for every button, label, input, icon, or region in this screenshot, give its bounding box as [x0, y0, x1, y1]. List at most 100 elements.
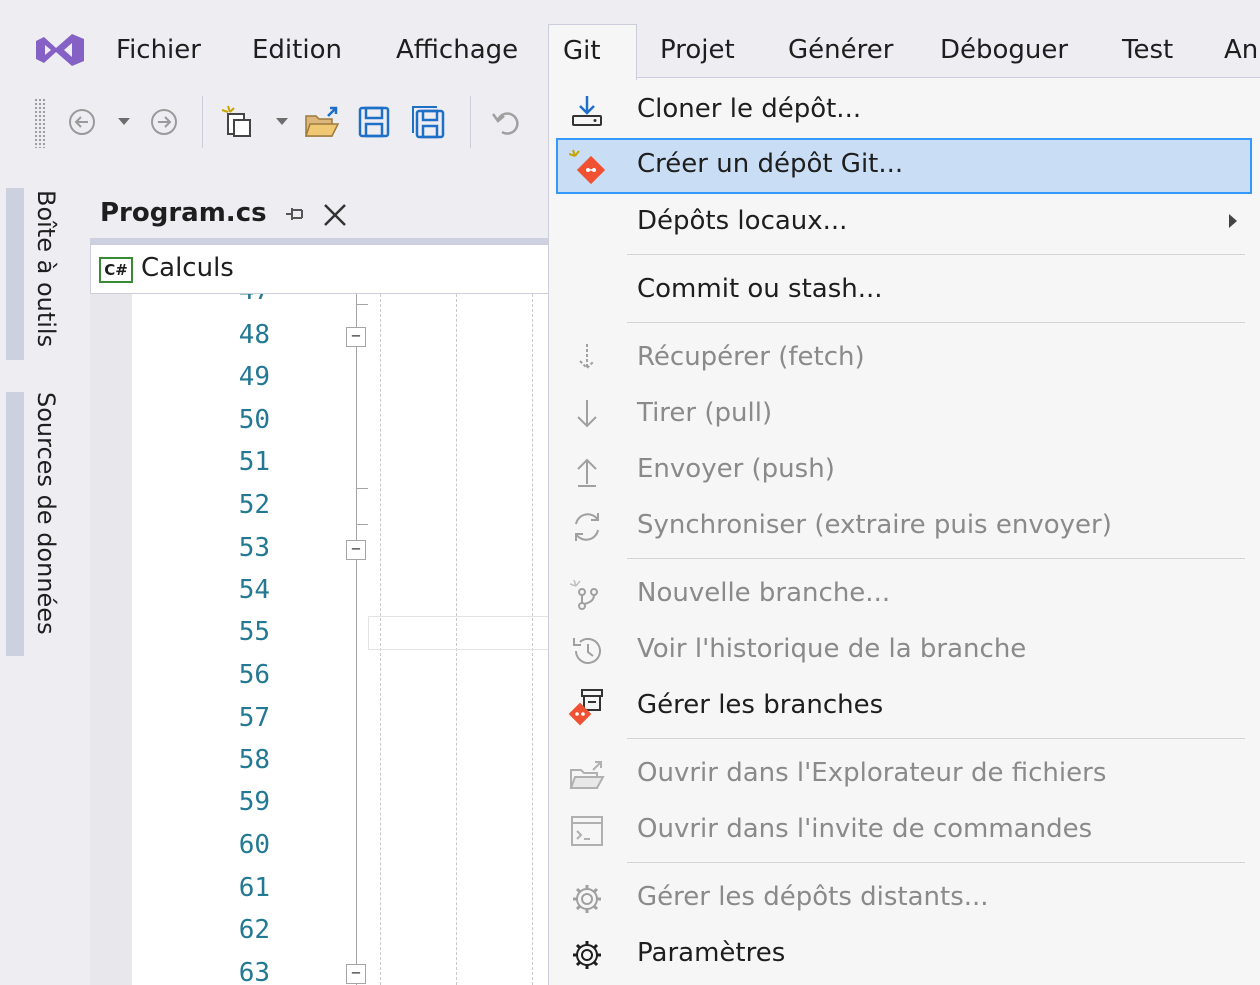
menu-edition[interactable]: Edition	[238, 24, 356, 78]
menu-item-ouvrir-explorateur[interactable]: Ouvrir dans l'Explorateur de fichiers	[557, 748, 1253, 802]
open-file-icon[interactable]	[302, 100, 342, 144]
menu-item-depots-locaux[interactable]: Dépôts locaux...	[557, 196, 1253, 250]
line-number: 49	[238, 362, 270, 392]
line-number: 57	[238, 703, 270, 733]
menu-test[interactable]: Test	[1108, 24, 1187, 78]
menubar: Fichier Edition Affichage Git Projet Gén…	[0, 24, 1260, 80]
datasources-tab[interactable]: Sources de données	[32, 392, 60, 635]
navigation-class-label: Calculs	[141, 253, 234, 283]
menu-item-label: Commit ou stash...	[637, 274, 883, 304]
open-folder-icon	[567, 756, 607, 794]
datasources-tab-strip[interactable]	[6, 392, 24, 656]
menu-item-label: Synchroniser (extraire puis envoyer)	[637, 510, 1112, 540]
menu-item-label: Cloner le dépôt...	[637, 94, 862, 124]
line-number: 52	[238, 490, 270, 520]
save-all-icon[interactable]	[408, 100, 448, 144]
pull-arrow-down-icon	[567, 396, 607, 434]
line-number: 48	[238, 320, 270, 350]
menu-fichier[interactable]: Fichier	[102, 24, 215, 78]
menu-item-historique-branche[interactable]: Voir l'historique de la branche	[557, 624, 1253, 678]
menu-item-creer-depot-git[interactable]: Créer un dépôt Git...	[556, 138, 1252, 194]
gear-icon	[567, 880, 607, 918]
menu-item-label: Tirer (pull)	[637, 398, 773, 428]
menu-projet[interactable]: Projet	[646, 24, 749, 78]
outline-line	[356, 294, 357, 985]
outline-tick	[356, 488, 368, 489]
menu-item-label: Ouvrir dans l'invite de commandes	[637, 814, 1093, 844]
undo-icon[interactable]	[486, 100, 526, 144]
line-number: 59	[238, 787, 270, 817]
visual-studio-logo-icon[interactable]	[36, 34, 84, 66]
navigate-back-icon[interactable]	[62, 100, 102, 144]
menu-item-pull[interactable]: Tirer (pull)	[557, 388, 1253, 442]
menu-item-commit-stash[interactable]: Commit ou stash...	[557, 264, 1253, 318]
menu-item-label: Créer un dépôt Git...	[637, 149, 904, 179]
menu-separator	[627, 862, 1245, 863]
gear-icon	[567, 936, 607, 974]
menu-item-label: Gérer les branches	[637, 690, 884, 720]
standard-toolbar	[0, 80, 560, 166]
push-arrow-up-icon	[567, 452, 607, 490]
menu-item-label: Nouvelle branche...	[637, 578, 891, 608]
menu-affichage[interactable]: Affichage	[382, 24, 532, 78]
menu-item-label: Gérer les dépôts distants...	[637, 882, 989, 912]
navigation-bar[interactable]: C# Calculs	[90, 244, 560, 294]
toolbox-tab[interactable]: Boîte à outils	[32, 190, 60, 347]
pin-icon[interactable]	[284, 202, 308, 226]
line-number: 62	[238, 915, 270, 945]
line-number: 47	[210, 294, 270, 306]
line-number: 53	[238, 533, 270, 563]
menu-item-gerer-depots-distants[interactable]: Gérer les dépôts distants...	[557, 872, 1253, 926]
new-branch-icon	[567, 576, 607, 614]
toolbar-grip[interactable]	[34, 98, 46, 148]
current-line-highlight	[368, 616, 560, 650]
menu-separator	[627, 322, 1245, 323]
navigate-forward-icon[interactable]	[144, 100, 184, 144]
close-icon[interactable]	[322, 202, 348, 228]
menu-item-synchroniser[interactable]: Synchroniser (extraire puis envoyer)	[557, 500, 1253, 554]
menu-item-label: Ouvrir dans l'Explorateur de fichiers	[637, 758, 1107, 788]
new-project-dropdown-icon[interactable]	[276, 118, 288, 125]
document-tab[interactable]: Program.cs	[90, 188, 370, 240]
submenu-arrow-icon	[1229, 214, 1237, 228]
line-number: 50	[238, 405, 270, 435]
menu-git[interactable]: Git	[548, 24, 637, 80]
menu-item-fetch[interactable]: Récupérer (fetch)	[557, 332, 1253, 386]
collapse-toggle-icon[interactable]: −	[346, 964, 366, 984]
line-number: 61	[238, 873, 270, 903]
menu-generer[interactable]: Générer	[774, 24, 907, 78]
sync-icon	[567, 508, 607, 546]
toolbox-tab-strip[interactable]	[6, 188, 24, 360]
menu-item-parametres[interactable]: Paramètres	[557, 928, 1253, 982]
menu-separator	[627, 558, 1245, 559]
code-editor[interactable]: 47 48 49 50 51 52 53 54 55 56 57 58 59 6…	[90, 294, 560, 985]
line-number: 55	[238, 617, 270, 647]
menu-item-push[interactable]: Envoyer (push)	[557, 444, 1253, 498]
save-icon[interactable]	[354, 100, 394, 144]
menu-analyser[interactable]: An	[1210, 24, 1260, 78]
collapse-toggle-icon[interactable]: −	[346, 540, 366, 560]
line-number: 60	[238, 830, 270, 860]
menu-deboguer[interactable]: Déboguer	[926, 24, 1082, 78]
document-tab-title: Program.cs	[100, 198, 267, 228]
toolbar-separator	[202, 96, 203, 148]
navigate-back-dropdown-icon[interactable]	[118, 118, 130, 125]
menu-item-ouvrir-invite-commandes[interactable]: Ouvrir dans l'invite de commandes	[557, 804, 1253, 858]
history-icon	[567, 632, 607, 670]
editor-indicator-margin[interactable]	[90, 294, 132, 985]
manage-branches-icon	[567, 688, 607, 726]
git-menu-dropdown: Cloner le dépôt... Créer un dépôt Git...…	[548, 77, 1260, 985]
line-number: 51	[238, 447, 270, 477]
menu-item-cloner-depot[interactable]: Cloner le dépôt...	[557, 84, 1253, 138]
line-number: 63	[238, 958, 270, 985]
menu-item-nouvelle-branche[interactable]: Nouvelle branche...	[557, 568, 1253, 622]
toolbar-separator	[470, 96, 471, 148]
line-number: 54	[238, 575, 270, 605]
menu-item-gerer-branches[interactable]: Gérer les branches	[557, 680, 1253, 734]
fetch-icon	[567, 340, 607, 378]
csharp-class-icon: C#	[99, 257, 133, 283]
collapse-toggle-icon[interactable]: −	[346, 327, 366, 347]
line-number: 58	[238, 745, 270, 775]
new-project-icon[interactable]	[218, 100, 258, 144]
menu-separator	[627, 254, 1245, 255]
